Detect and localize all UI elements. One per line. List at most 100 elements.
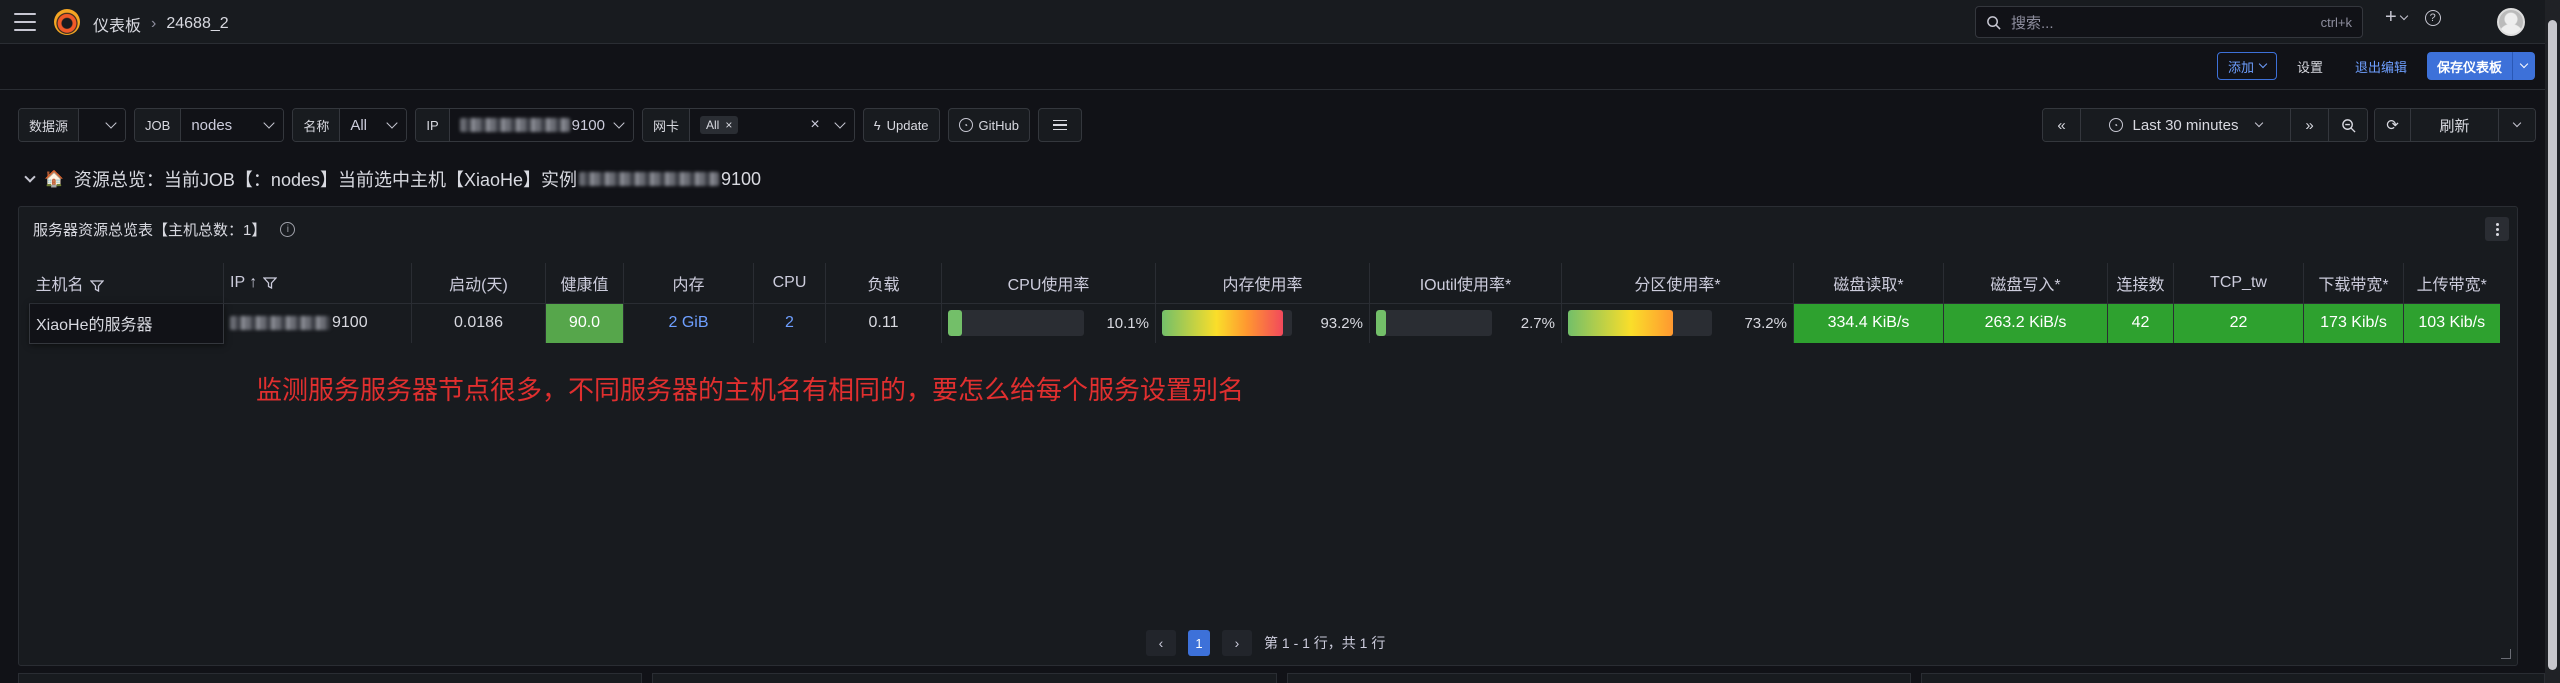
cpu-usage-cell: 10.1% [941,303,1156,343]
cpu-cell[interactable]: 2 [753,303,826,343]
chevron-right-icon: › [151,15,157,32]
prev-page-button[interactable]: ‹ [1146,630,1176,656]
time-shift-forward-button[interactable]: » [2291,109,2329,141]
github-button[interactable]: ◔ GitHub [947,108,1030,142]
uptime-cell: 0.0186 [411,303,546,343]
column-header[interactable]: 内存 [623,263,754,304]
pagination-summary: 第 1 - 1 行，共 1 行 [1264,635,1386,651]
column-header[interactable]: 下载带宽* [2303,263,2404,304]
column-header[interactable]: 磁盘读取* [1793,263,1944,304]
cpu-usage-fill [948,310,962,337]
column-header[interactable]: 主机名 [29,263,224,304]
column-header[interactable]: TCP_tw [2173,263,2304,304]
search-shortcut: ctrl+k [2320,14,2352,30]
name-select[interactable]: All [340,109,407,141]
column-header[interactable]: 负载 [825,263,942,304]
avatar[interactable] [2497,8,2525,36]
health-cell: 90.0 [545,303,624,343]
save-dashboard-label[interactable]: 保存仪表板 [2427,52,2513,80]
refresh-interval-button[interactable] [2499,109,2535,141]
nic-chip[interactable]: All × [700,116,739,134]
io-usage-cell: 2.7% [1369,303,1562,343]
column-label: IP [230,273,245,291]
search-input[interactable]: 搜索... ctrl+k [1975,6,2363,38]
search-icon [1987,15,2001,30]
column-header[interactable]: 启动(天) [411,263,546,304]
time-range-picker[interactable]: ◔ Last 30 minutes [2081,109,2291,141]
next-page-button[interactable]: › [1222,630,1252,656]
refresh-icon[interactable]: ⟳ [2375,109,2411,141]
close-icon[interactable]: × [725,118,732,132]
list-menu-button[interactable] [1038,108,1082,142]
chevron-down-icon [613,117,625,129]
column-header[interactable]: IP ↑ [223,263,412,304]
settings-button[interactable]: 设置 [2285,52,2335,80]
panel-resize-handle[interactable] [2501,649,2511,659]
chevron-down-icon [2255,118,2264,128]
github-label: GitHub [978,117,1019,133]
nic-variable[interactable]: 网卡 All × × [642,108,855,142]
nic-select[interactable]: All × × [690,109,854,141]
chevron-down-icon [2258,59,2268,69]
column-header[interactable]: 内存使用率 [1155,263,1370,304]
partition-usage-fill [1568,310,1674,337]
row-title-suffix: 9100 [721,168,762,189]
update-button[interactable]: ϟ Update [862,108,940,142]
filter-icon[interactable] [263,276,278,289]
chevron-down-icon [24,171,36,183]
ip-cell-suffix: 9100 [332,314,368,332]
clear-icon[interactable]: × [810,116,819,134]
job-variable[interactable]: JOB nodes [134,108,285,142]
column-header[interactable]: IOutil使用率* [1369,263,1562,304]
column-header[interactable]: CPU使用率 [941,263,1156,304]
server-overview-panel: 服务器资源总览表【主机总数：1】 i 主机名 IP ↑ 启动(天) 健康值 内存… [18,206,2518,666]
scrollbar-thumb[interactable] [2548,20,2557,670]
column-header[interactable]: 连接数 [2107,263,2174,304]
mem-usage-bar [1162,310,1292,337]
add-button[interactable]: 添加 [2216,52,2277,80]
row-ip-redacted [579,172,720,186]
column-header[interactable]: 健康值 [545,263,624,304]
panel-header[interactable]: 服务器资源总览表【主机总数：1】 i [33,219,296,240]
ip-variable[interactable]: IP 9100 [415,108,634,142]
page-scrollbar[interactable] [2545,0,2560,683]
column-header[interactable]: 分区使用率* [1561,263,1794,304]
page-current-button[interactable]: 1 [1188,630,1210,656]
dashboard-actions: 添加 设置 退出编辑 保存仪表板 [2216,52,2535,80]
row-title-prefix: 资源总览：当前JOB【：nodes】当前选中主机【XiaoHe】实例 [73,170,578,190]
filter-icon[interactable] [89,279,104,292]
name-variable[interactable]: 名称 All [292,108,408,142]
clock-icon: ◔ [958,118,973,132]
memory-cell[interactable]: 2 GiB [623,303,754,343]
home-icon: 🏠 [44,171,64,188]
column-header[interactable]: 上传带宽* [2403,263,2500,304]
plus-icon: + [2385,6,2397,28]
hostname-cell[interactable]: XiaoHe的服务器 [29,302,224,344]
row-header[interactable]: 🏠 资源总览：当前JOB【：nodes】当前选中主机【XiaoHe】实例 910… [24,166,762,192]
refresh-button[interactable]: 刷新 [2411,109,2499,141]
column-header[interactable]: 磁盘写入* [1943,263,2108,304]
disk-write-cell: 263.2 KiB/s [1943,303,2108,343]
help-icon[interactable]: ? [2424,9,2441,26]
panel-stub [1286,673,1911,683]
datasource-label: 数据源 [19,109,80,141]
save-dashboard-button[interactable]: 保存仪表板 [2426,52,2535,80]
time-shift-back-button[interactable]: « [2043,109,2081,141]
save-options-button[interactable] [2513,52,2535,80]
grafana-logo-icon[interactable] [54,9,80,35]
datasource-variable[interactable]: 数据源 [18,108,127,142]
column-header[interactable]: CPU [753,263,826,304]
breadcrumb-dashboards[interactable]: 仪表板 [93,12,141,36]
new-menu-button[interactable]: + [2385,6,2408,29]
exit-edit-button[interactable]: 退出编辑 [2343,52,2419,80]
load-cell: 0.11 [825,303,942,343]
job-select[interactable]: nodes [181,109,284,141]
datasource-select[interactable] [79,109,126,141]
breadcrumb-current: 24688_2 [166,15,229,32]
info-icon[interactable]: i [280,222,296,237]
panel-menu-icon[interactable] [2485,217,2509,241]
ip-select[interactable]: 9100 [449,109,633,141]
menu-icon[interactable] [14,13,36,31]
zoom-out-button[interactable] [2329,109,2367,141]
download-cell: 173 Kib/s [2303,303,2404,343]
